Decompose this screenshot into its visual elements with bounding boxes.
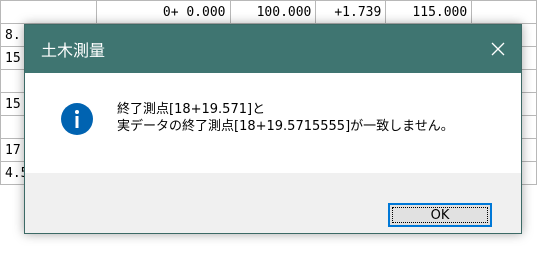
dialog-message: 終了測点[18+19.571]と 実データの終了測点[18+19.5715555… [117, 101, 454, 135]
close-icon [491, 42, 505, 56]
grid-cell[interactable]: 100.000 [229, 0, 317, 24]
message-dialog: 土木測量 終了測点[18+19.571]と 実データの終了測点[18+19.57… [24, 24, 522, 234]
grid-cell[interactable]: +1.739 [315, 0, 387, 24]
grid-cell[interactable]: 0+ 0.000 [95, 0, 231, 24]
grid-row: 0+ 0.000 100.000 +1.739 115.000 [0, 0, 537, 24]
dialog-title: 土木測量 [41, 41, 106, 60]
dialog-titlebar[interactable]: 土木測量 [25, 25, 521, 73]
ok-button[interactable]: OK [388, 203, 492, 227]
grid-cell[interactable]: 115.000 [385, 0, 473, 24]
close-button[interactable] [475, 25, 521, 73]
info-icon [61, 103, 93, 135]
screen: 0+ 0.000100.000+1.739115.0008.1515174.54… [0, 0, 537, 266]
grid-cell[interactable] [0, 0, 97, 24]
dialog-content: 終了測点[18+19.571]と 実データの終了測点[18+19.5715555… [25, 73, 521, 173]
ok-button-label: OK [430, 207, 450, 223]
dialog-footer: OK [25, 173, 521, 233]
grid-cell[interactable] [471, 0, 537, 24]
message-line-2: 実データの終了測点[18+19.5715555]が一致しません。 [117, 119, 454, 134]
message-line-1: 終了測点[18+19.571]と [117, 102, 266, 117]
